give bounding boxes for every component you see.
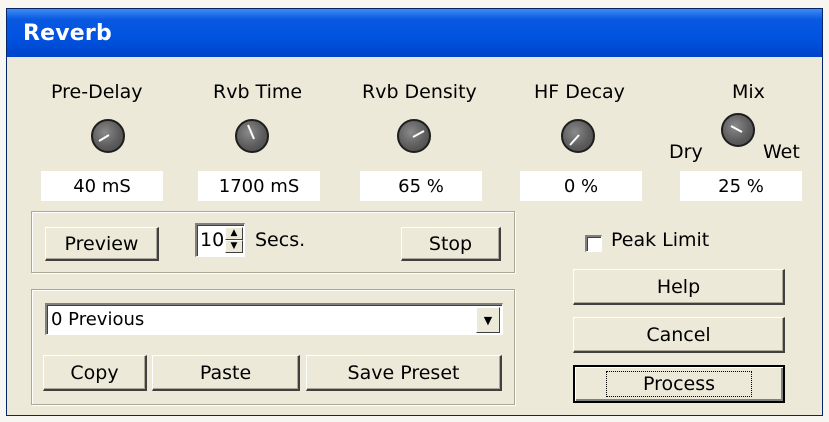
paste-button[interactable]: Paste: [152, 355, 300, 391]
hf-decay-value: 0 %: [520, 171, 642, 201]
mix-knob-icon[interactable]: [721, 113, 755, 147]
rvb-time-label: Rvb Time: [213, 81, 303, 103]
seconds-input[interactable]: 10: [200, 229, 224, 251]
title-bar[interactable]: Reverb: [7, 9, 822, 57]
hf-decay-label: HF Decay: [534, 81, 625, 103]
pre-delay-label: Pre-Delay: [51, 81, 143, 103]
rvb-density-knob-icon[interactable]: [397, 119, 431, 153]
rvb-density-label: Rvb Density: [362, 81, 477, 103]
cancel-button[interactable]: Cancel: [573, 317, 785, 353]
preset-selected: 0 Previous: [51, 309, 145, 330]
seconds-spinner[interactable]: 10 ▲ ▼: [195, 223, 245, 257]
spin-up-icon[interactable]: ▲: [225, 227, 243, 240]
seconds-spin-buttons[interactable]: ▲ ▼: [225, 227, 243, 253]
copy-button[interactable]: Copy: [43, 355, 147, 391]
hf-decay-knob-icon[interactable]: [561, 119, 595, 153]
reverb-dialog: Reverb Pre-Delay 40 mS Rvb Time 1700 mS …: [6, 8, 823, 416]
dropdown-arrow-icon[interactable]: ▼: [476, 307, 500, 333]
rvb-time-value: 1700 mS: [198, 171, 320, 201]
pre-delay-value: 40 mS: [41, 171, 163, 201]
process-button-label: Process: [605, 371, 753, 397]
mix-wet-label: Wet: [763, 141, 800, 163]
stop-button[interactable]: Stop: [401, 227, 501, 261]
rvb-time-knob-icon[interactable]: [235, 119, 269, 153]
pre-delay-knob-icon[interactable]: [91, 119, 125, 153]
mix-value: 25 %: [680, 171, 802, 201]
peak-limit-checkbox[interactable]: [585, 235, 602, 252]
window-title: Reverb: [23, 21, 112, 46]
preview-button[interactable]: Preview: [45, 227, 159, 261]
help-button[interactable]: Help: [573, 269, 785, 305]
spin-down-icon[interactable]: ▼: [225, 240, 243, 253]
save-preset-button[interactable]: Save Preset: [306, 355, 502, 391]
peak-limit-label: Peak Limit: [611, 229, 710, 251]
process-button[interactable]: Process: [573, 365, 785, 403]
preset-dropdown[interactable]: 0 Previous ▼: [45, 303, 503, 335]
mix-label: Mix: [732, 81, 765, 103]
mix-dry-label: Dry: [669, 141, 703, 163]
seconds-label: Secs.: [255, 229, 306, 251]
rvb-density-value: 65 %: [360, 171, 482, 201]
